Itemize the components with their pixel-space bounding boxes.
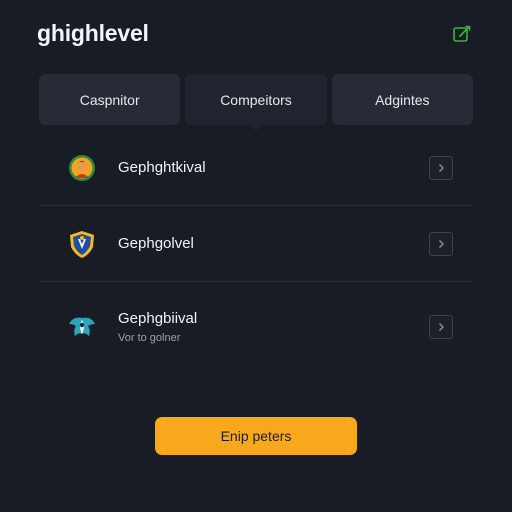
competitor-list: Gephghtkival Gephgolvel Gephgbiival Vor …: [39, 130, 473, 372]
chevron-right-icon: [439, 163, 444, 172]
list-item[interactable]: Gephgbiival Vor to golner: [39, 282, 473, 372]
open-details-button[interactable]: [429, 231, 453, 256]
list-item-title: Gephgbiival: [118, 310, 198, 327]
list-item-title: Gephghtkival: [118, 159, 206, 176]
app-screen: ghighlevel Caspnitor Compeitors Adgintes: [0, 0, 512, 512]
list-item[interactable]: Gephgolvel: [39, 206, 473, 282]
open-details-button[interactable]: [429, 155, 453, 180]
edit-square-icon: [453, 25, 471, 42]
list-item-text: Gephghtkival: [118, 159, 206, 176]
tab-bar: Caspnitor Compeitors Adgintes: [39, 74, 473, 131]
tab-label: Adgintes: [375, 91, 430, 108]
chevron-right-icon: [439, 239, 444, 248]
list-item-subtitle: Vor to golner: [118, 332, 181, 344]
page-title: ghighlevel: [37, 20, 149, 46]
open-details-button[interactable]: [429, 315, 453, 339]
edit-button[interactable]: [451, 23, 473, 45]
shield-crest-icon: [67, 229, 97, 259]
tab-label: Caspnitor: [79, 91, 140, 108]
list-item-text: Gephgbiival Vor to golner: [118, 310, 197, 344]
list-item-text: Gephgolvel: [118, 235, 194, 252]
tab-caspnitor[interactable]: Caspnitor: [39, 74, 181, 125]
tab-compeitors[interactable]: Compeitors: [185, 74, 327, 131]
tab-label: Compeitors: [220, 91, 292, 108]
winged-emblem-icon: [67, 312, 97, 342]
tab-adgintes[interactable]: Adgintes: [331, 74, 473, 125]
list-item-title: Gephgolvel: [118, 235, 194, 252]
chevron-right-icon: [439, 323, 444, 331]
primary-action-button[interactable]: Enip peters: [155, 417, 357, 455]
list-item[interactable]: Gephghtkival: [39, 130, 473, 206]
portrait-avatar-icon: [67, 153, 97, 183]
